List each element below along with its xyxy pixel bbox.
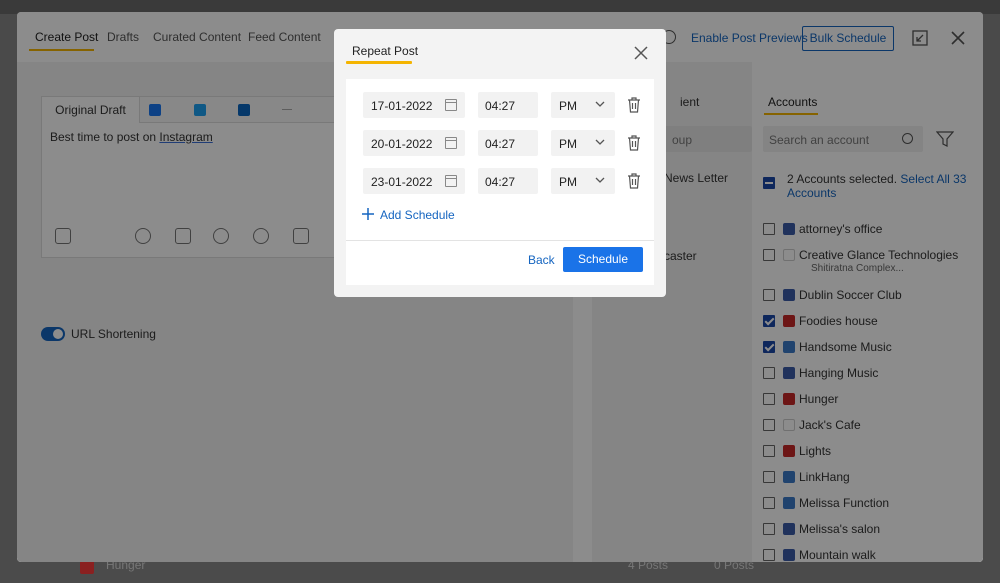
schedule-row: 17-01-2022 04:27 PM xyxy=(363,92,643,118)
ampm-value: PM xyxy=(559,137,577,151)
date-input[interactable]: 20-01-2022 xyxy=(363,130,465,156)
calendar-icon[interactable] xyxy=(445,99,457,111)
modal-title-indicator xyxy=(346,61,412,64)
back-button[interactable]: Back xyxy=(528,253,555,267)
time-value: 04:27 xyxy=(485,137,516,151)
schedule-button[interactable]: Schedule xyxy=(563,247,643,272)
date-value: 20-01-2022 xyxy=(371,137,433,151)
date-value: 23-01-2022 xyxy=(371,175,433,189)
calendar-icon[interactable] xyxy=(445,137,457,149)
trash-icon[interactable] xyxy=(627,97,641,113)
chevron-down-icon xyxy=(595,139,605,145)
ampm-select[interactable]: PM xyxy=(551,130,615,156)
close-icon[interactable] xyxy=(634,46,648,60)
time-input[interactable]: 04:27 xyxy=(478,92,538,118)
modal-title: Repeat Post xyxy=(352,44,419,58)
time-input[interactable]: 04:27 xyxy=(478,130,538,156)
repeat-post-modal: Repeat Post 23-01-2022 04:27 PM 20-01-2022 0… xyxy=(334,29,666,297)
modal-divider xyxy=(346,240,654,241)
plus-icon xyxy=(362,208,374,220)
chevron-down-icon xyxy=(595,177,605,183)
ampm-value: PM xyxy=(559,175,577,189)
date-value: 17-01-2022 xyxy=(371,99,433,113)
chevron-down-icon xyxy=(595,101,605,107)
ampm-select[interactable]: PM xyxy=(551,168,615,194)
time-value: 04:27 xyxy=(485,175,516,189)
date-input[interactable]: 17-01-2022 xyxy=(363,92,465,118)
pinterest-icon xyxy=(80,560,94,574)
schedule-list: 23-01-2022 04:27 PM 20-01-2022 04:27 PM 17-01-… xyxy=(346,79,654,285)
schedule-row: 20-01-2022 04:27 PM xyxy=(363,130,643,156)
calendar-icon[interactable] xyxy=(445,175,457,187)
date-input[interactable]: 23-01-2022 xyxy=(363,168,465,194)
trash-icon[interactable] xyxy=(627,173,641,189)
add-schedule-label: Add Schedule xyxy=(380,208,455,222)
time-value: 04:27 xyxy=(485,99,516,113)
trash-icon[interactable] xyxy=(627,135,641,151)
time-input[interactable]: 04:27 xyxy=(478,168,538,194)
schedule-row: 23-01-2022 04:27 PM xyxy=(363,168,643,194)
ampm-value: PM xyxy=(559,99,577,113)
ampm-select[interactable]: PM xyxy=(551,92,615,118)
